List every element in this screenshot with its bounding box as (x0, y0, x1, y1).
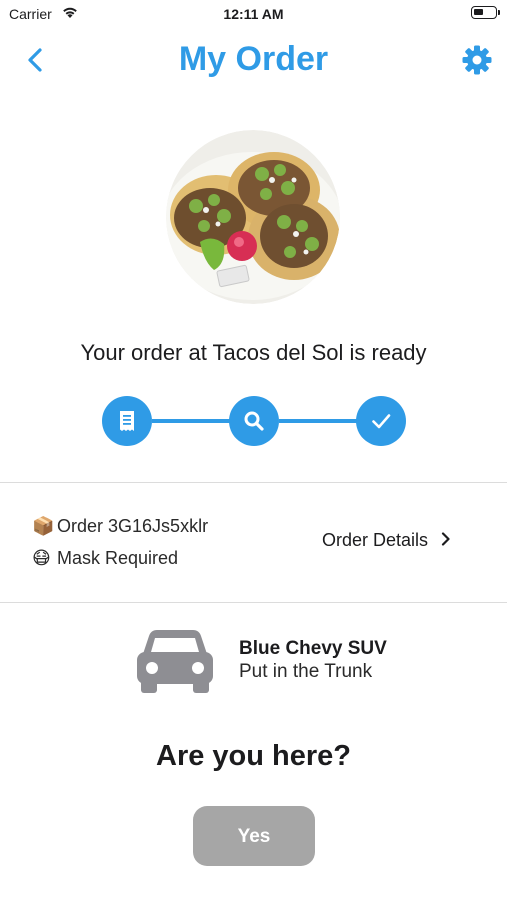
chevron-right-icon (441, 532, 450, 546)
clock: 12:11 AM (223, 6, 284, 22)
status-bar: Carrier 12:11 AM (0, 0, 507, 28)
step-preparing (229, 396, 279, 446)
divider (0, 482, 507, 483)
yes-button[interactable]: Yes (193, 806, 315, 866)
order-details-label: Order Details (322, 530, 429, 550)
order-info: 📦 Order 3G16Js5xklr 😷 Mask Required (32, 516, 208, 576)
mask-icon: 😷 (32, 548, 51, 568)
search-icon (244, 411, 264, 431)
arrival-question: Are you here? (156, 740, 351, 772)
vehicle-name: Blue Chevy SUV (239, 638, 387, 659)
mask-requirement: Mask Required (57, 548, 179, 568)
step-connector (152, 419, 230, 423)
food-photo (166, 130, 340, 304)
vehicle-instructions: Put in the Trunk (239, 661, 373, 682)
package-icon: 📦 (32, 516, 55, 536)
battery-icon (471, 6, 500, 19)
page-title: My Order (178, 40, 329, 78)
order-number: Order 3G16Js5xklr (57, 516, 209, 536)
step-ready (356, 396, 406, 446)
divider (0, 602, 507, 603)
car-icon (137, 630, 213, 693)
gear-icon[interactable] (461, 44, 493, 76)
checkmark-icon (372, 414, 391, 429)
step-received (102, 396, 152, 446)
step-connector (279, 419, 357, 423)
receipt-icon (120, 411, 134, 431)
order-details-link[interactable]: Order Details (322, 530, 451, 551)
order-status-headline: Your order at Tacos del Sol is ready (80, 340, 427, 365)
